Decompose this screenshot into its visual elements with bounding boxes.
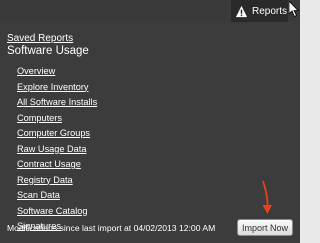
menu-item-computers[interactable]: Computers — [17, 111, 97, 127]
mouse-cursor-icon — [289, 1, 299, 17]
menu-item-computer-groups[interactable]: Computer Groups — [17, 126, 97, 142]
section-title: Software Usage — [7, 45, 89, 57]
warning-icon — [235, 5, 248, 17]
reports-tab-label: Reports — [252, 5, 288, 17]
reports-tab[interactable]: Reports — [231, 0, 288, 22]
menu-item-contract-usage[interactable]: Contract Usage — [17, 157, 97, 173]
menu-item-all-software-installs[interactable]: All Software Installs — [17, 95, 97, 111]
reports-dropdown-panel: Saved Reports Software Usage Overview Ex… — [0, 22, 300, 243]
menu-item-scan-data[interactable]: Scan Data — [17, 188, 97, 204]
import-status-text: Modifications since last import at 04/02… — [7, 223, 216, 233]
menu-item-overview[interactable]: Overview — [17, 64, 97, 80]
software-usage-menu: Overview Explore Inventory All Software … — [17, 64, 97, 235]
menu-item-registry-data[interactable]: Registry Data — [17, 173, 97, 189]
annotation-arrow — [262, 180, 272, 214]
menu-item-explore-inventory[interactable]: Explore Inventory — [17, 80, 97, 96]
saved-reports-link[interactable]: Saved Reports — [7, 33, 73, 44]
menu-item-software-catalog[interactable]: Software Catalog — [17, 204, 97, 220]
menu-item-raw-usage-data[interactable]: Raw Usage Data — [17, 142, 97, 158]
top-bar: Reports — [0, 0, 300, 22]
import-now-button[interactable]: Import Now — [237, 219, 293, 236]
